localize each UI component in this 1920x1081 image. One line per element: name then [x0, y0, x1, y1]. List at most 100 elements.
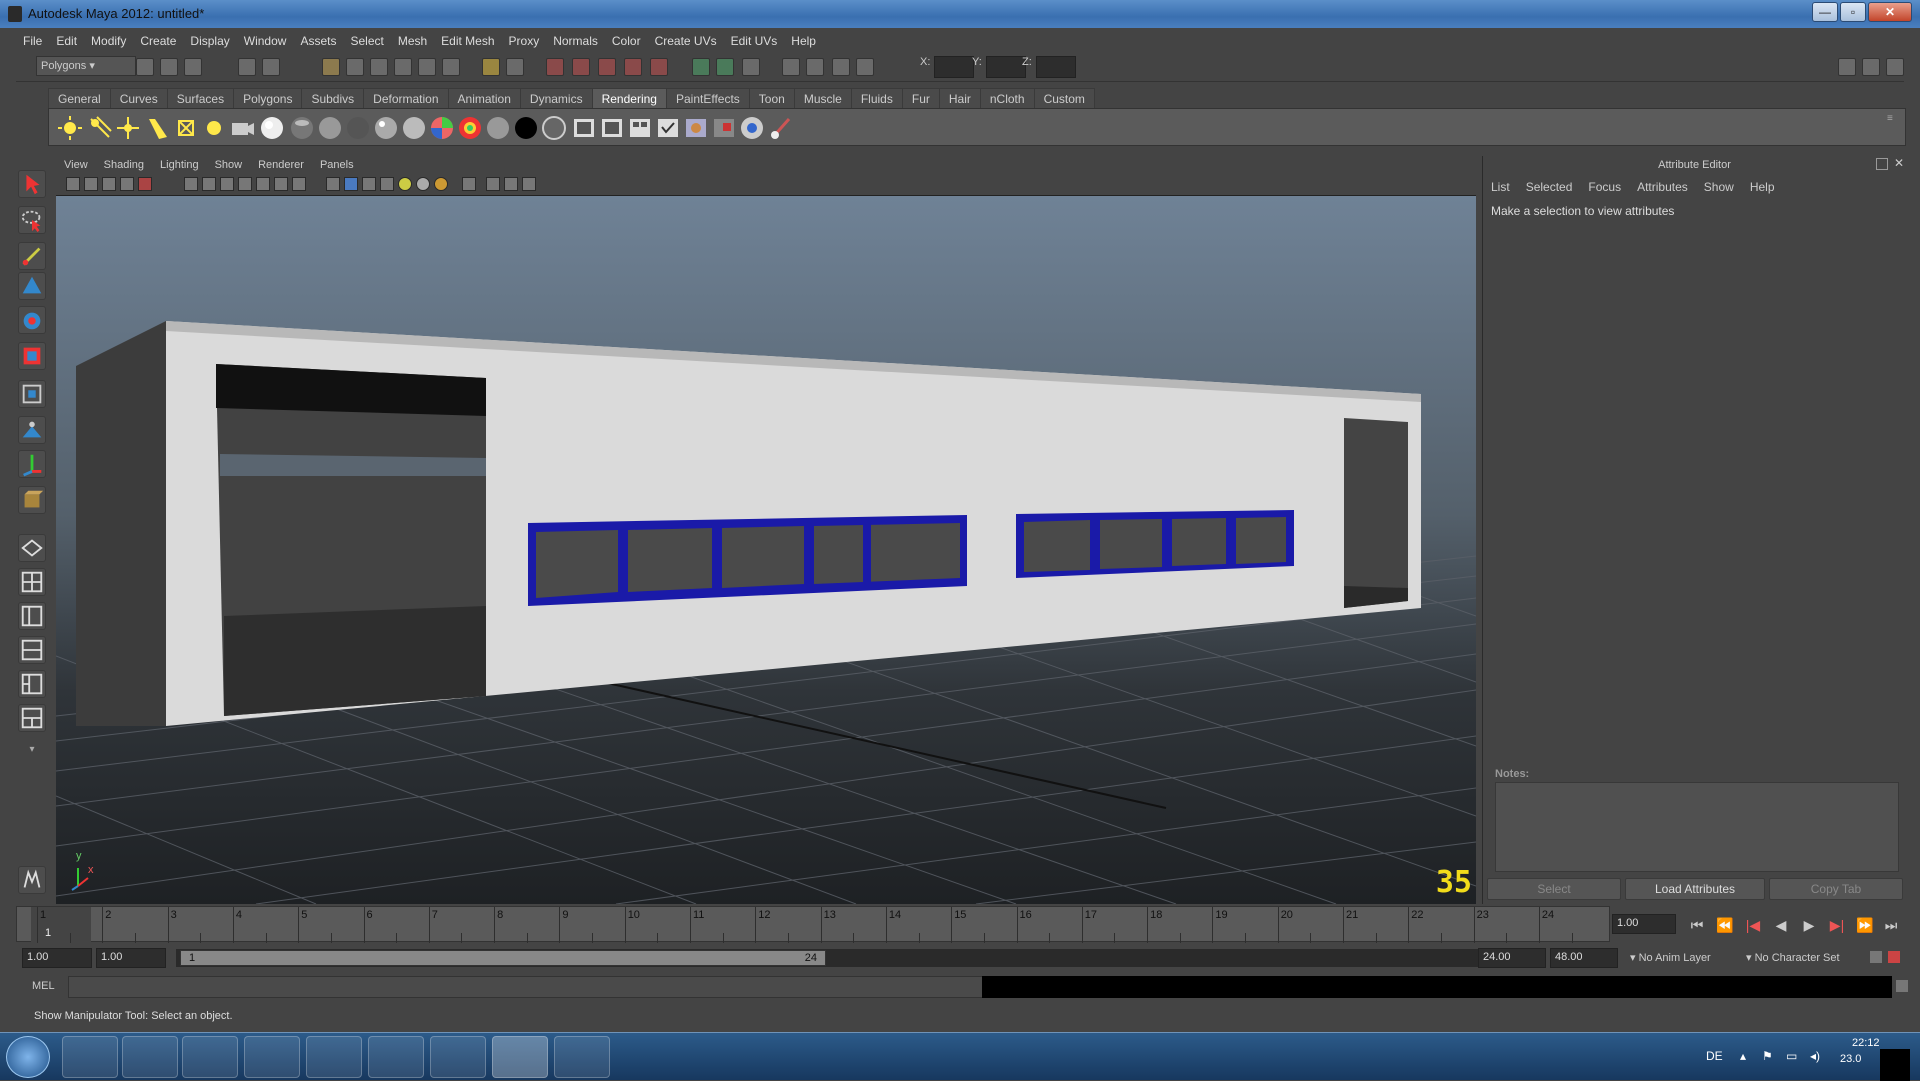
soft-modification-icon[interactable] [18, 416, 46, 444]
play-forwards-icon[interactable]: ▶ [1798, 914, 1820, 936]
four-view-layout-icon[interactable] [18, 568, 46, 596]
field-chart-icon[interactable] [256, 177, 270, 191]
attr-menu-focus[interactable]: Focus [1580, 174, 1629, 194]
safe-title-icon[interactable] [292, 177, 306, 191]
lasso-tool-icon[interactable] [18, 206, 46, 234]
menu-modify[interactable]: Modify [84, 30, 133, 48]
xray-joints-icon[interactable] [504, 177, 518, 191]
minimize-button[interactable]: — [1812, 2, 1838, 22]
textured-icon[interactable] [380, 177, 394, 191]
menu-window[interactable]: Window [237, 30, 294, 48]
character-set-dropdown[interactable]: ▾ No Character Set [1746, 951, 1840, 964]
attr-menu-show[interactable]: Show [1696, 174, 1742, 194]
shelf-tab-deformation[interactable]: Deformation [363, 88, 449, 108]
last-used-tool-icon[interactable] [18, 486, 46, 514]
select-camera-icon[interactable] [66, 177, 80, 191]
move-tool-icon[interactable] [18, 272, 46, 300]
menu-file[interactable]: File [16, 30, 49, 48]
point-light-icon[interactable] [115, 115, 141, 141]
camera-icon[interactable] [229, 115, 255, 141]
step-forward-frame-icon[interactable]: ▶| [1826, 914, 1848, 936]
load-attributes-button[interactable]: Load Attributes [1625, 878, 1765, 900]
viewport-menu-view[interactable]: View [56, 156, 96, 171]
viewport-menu-panels[interactable]: Panels [312, 156, 362, 171]
shelf-tab-rendering[interactable]: Rendering [591, 88, 667, 108]
paint-brush-icon[interactable] [767, 115, 793, 141]
spot-light-icon[interactable] [145, 115, 171, 141]
outliner-persp-layout-icon[interactable] [18, 704, 46, 732]
surface-shader-icon[interactable] [485, 115, 511, 141]
shading-map-icon[interactable] [457, 115, 483, 141]
play-backwards-icon[interactable]: ◀ [1770, 914, 1792, 936]
high-quality-icon[interactable] [434, 177, 448, 191]
shelf-tab-muscle[interactable]: Muscle [793, 88, 852, 108]
menu-proxy[interactable]: Proxy [502, 30, 547, 48]
menu-mesh[interactable]: Mesh [391, 30, 434, 48]
tray-expand-icon[interactable]: ▴ [1740, 1049, 1746, 1063]
ipr-render-icon[interactable] [599, 115, 625, 141]
shelf-tab-fur[interactable]: Fur [901, 88, 940, 108]
hypershade-icon[interactable] [650, 58, 668, 76]
construction-history-icon[interactable] [506, 58, 524, 76]
copy-tab-button[interactable]: Copy Tab [1769, 878, 1903, 900]
select-button[interactable]: Select [1487, 878, 1621, 900]
shelf-tab-hair[interactable]: Hair [938, 88, 981, 108]
menu-color[interactable]: Color [605, 30, 648, 48]
batch-render-icon[interactable] [711, 115, 737, 141]
ocean-shader-icon[interactable] [541, 115, 567, 141]
ipr-render-icon[interactable] [598, 58, 616, 76]
layout-more-icon[interactable]: ▾ [22, 744, 42, 755]
live-surface-icon[interactable] [742, 58, 760, 76]
farming-simulator-icon[interactable] [430, 1036, 486, 1078]
notes-field[interactable] [1495, 782, 1899, 872]
z-field[interactable] [1036, 56, 1076, 78]
shelf-tab-surfaces[interactable]: Surfaces [166, 88, 235, 108]
select-by-joint-icon[interactable] [346, 58, 364, 76]
menu-edit-mesh[interactable]: Edit Mesh [434, 30, 501, 48]
script-editor-icon[interactable] [1896, 980, 1908, 992]
input-ops-icon[interactable] [692, 58, 710, 76]
layered-shader-icon[interactable] [345, 115, 371, 141]
hypershade-persp-layout-icon[interactable] [18, 670, 46, 698]
firefox-icon[interactable] [244, 1036, 300, 1078]
network-icon[interactable]: ▭ [1786, 1049, 1797, 1063]
shelf-tab-fluids[interactable]: Fluids [850, 88, 903, 108]
wireframe-on-shaded-icon[interactable] [362, 177, 376, 191]
show-desktop-button[interactable] [1880, 1049, 1910, 1081]
shelf-tab-curves[interactable]: Curves [109, 88, 168, 108]
channel-box-icon[interactable] [832, 58, 850, 76]
ambient-light-icon[interactable] [57, 115, 83, 141]
film-gate-icon[interactable] [202, 177, 216, 191]
new-scene-icon[interactable] [136, 58, 154, 76]
viewport-menu-lighting[interactable]: Lighting [152, 156, 207, 171]
chrome-icon[interactable] [368, 1036, 424, 1078]
media-player-icon[interactable] [182, 1036, 238, 1078]
calculator-icon[interactable] [306, 1036, 362, 1078]
close-button[interactable]: ✕ [1868, 2, 1912, 22]
image-plane-icon[interactable] [120, 177, 134, 191]
anim-layer-dropdown[interactable]: ▾ No Anim Layer [1630, 951, 1711, 964]
menu-edit-uvs[interactable]: Edit UVs [724, 30, 785, 48]
show-attribute-editor-icon[interactable] [1838, 58, 1856, 76]
command-language-label[interactable]: MEL [32, 980, 55, 992]
directional-light-icon[interactable] [87, 115, 113, 141]
persp-graph-layout-icon[interactable] [18, 636, 46, 664]
smooth-shade-icon[interactable] [344, 177, 358, 191]
shelf-tab-custom[interactable]: Custom [1033, 88, 1095, 108]
xray-components-icon[interactable] [522, 177, 536, 191]
step-back-key-icon[interactable]: ⏪ [1714, 914, 1736, 936]
universal-manipulator-icon[interactable] [18, 380, 46, 408]
isolate-select-icon[interactable] [486, 177, 500, 191]
persp-outliner-layout-icon[interactable] [18, 602, 46, 630]
safe-action-icon[interactable] [274, 177, 288, 191]
paint-select-tool-icon[interactable] [18, 242, 46, 270]
render-view-icon[interactable] [655, 115, 681, 141]
show-tool-settings-icon[interactable] [1862, 58, 1880, 76]
gate-mask-icon[interactable] [238, 177, 252, 191]
select-hierarchy-icon[interactable] [238, 58, 256, 76]
render-settings-icon[interactable] [627, 115, 653, 141]
menu-create-uvs[interactable]: Create UVs [648, 30, 724, 48]
shelf-tab-subdivs[interactable]: Subdivs [301, 88, 365, 108]
use-background-icon[interactable] [513, 115, 539, 141]
close-panel-icon[interactable]: ✕ [1894, 156, 1904, 170]
